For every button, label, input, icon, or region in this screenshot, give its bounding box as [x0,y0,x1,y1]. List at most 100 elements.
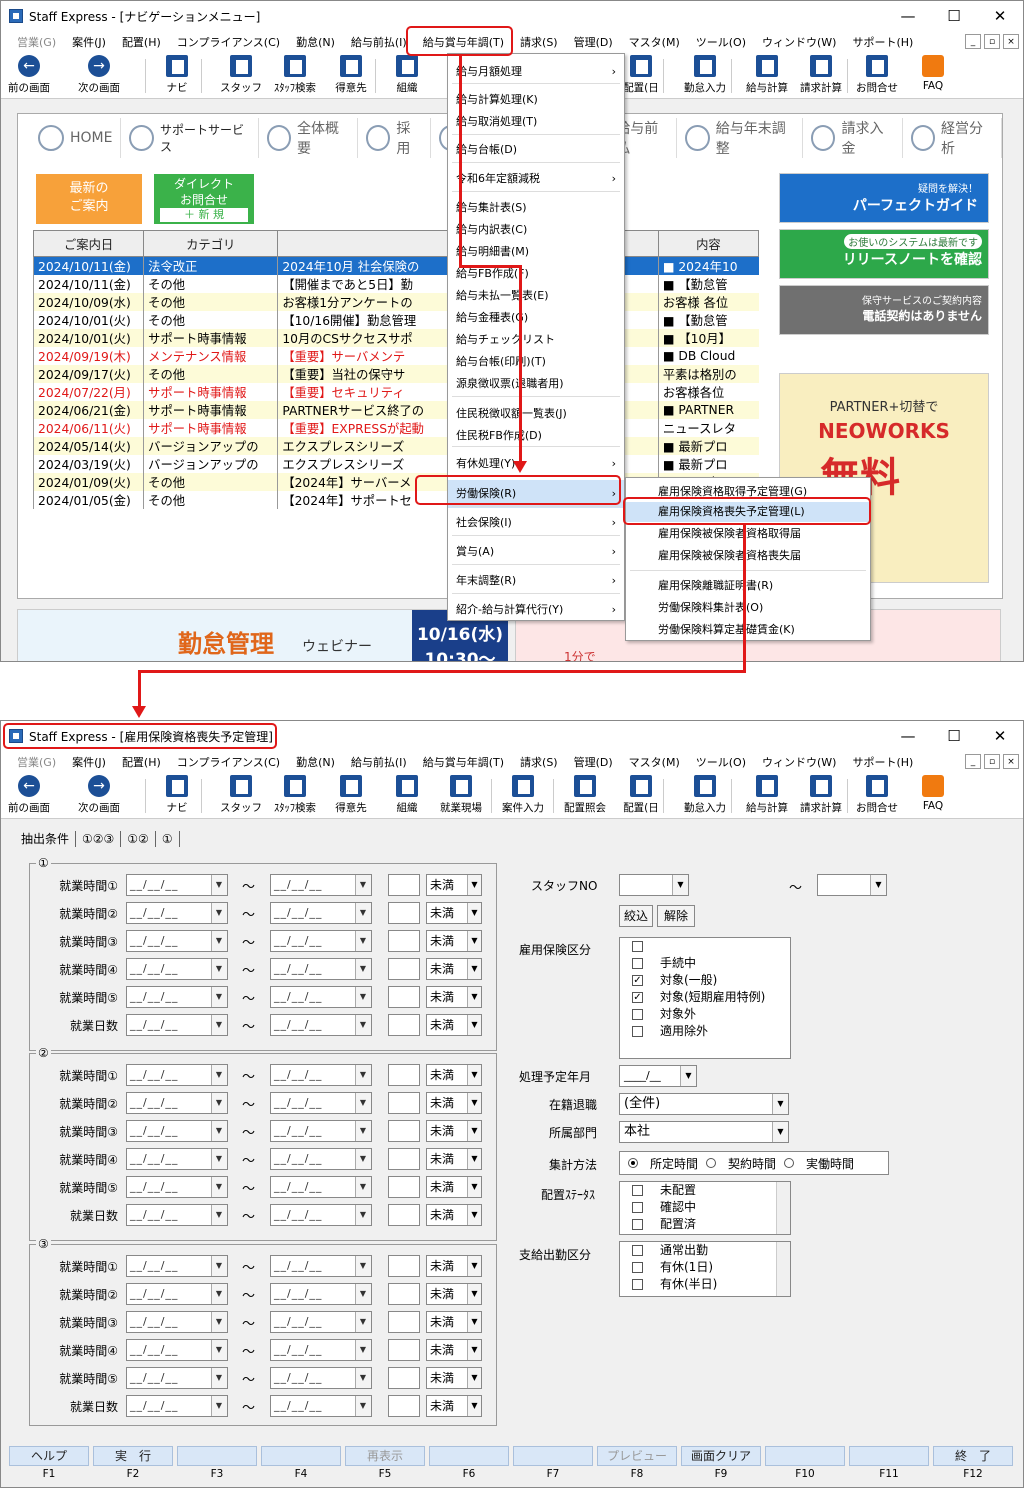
close-icon[interactable]: × [1003,34,1019,49]
news-badge[interactable]: 最新の ご案内 [36,174,142,224]
submenu-item-3[interactable]: 雇用保険被保険者資格取得届 [626,524,870,544]
date-from-input[interactable]: __/__/__ ▼ [126,1311,228,1333]
dropdown-item-8[interactable]: 給与明細書(M) [448,242,624,262]
checkbox[interactable] [632,1279,643,1290]
function-key-f12[interactable]: 終 了 F12 [933,1446,1013,1480]
threshold-input[interactable] [388,1120,420,1142]
date-to-input[interactable]: __/__/__ ▼ [270,1204,372,1226]
menu-item-3[interactable]: 配置(H) [114,754,169,770]
menu-item-1[interactable]: 営業(G) [9,754,64,770]
table-row[interactable]: 2024/10/01(火) サポート時事情報 10月のCSサクセスサポ ■ 【10月】 [32,329,759,347]
function-key-f2[interactable]: 実 行 F2 [93,1446,173,1480]
unit-select[interactable]: 未満 ▼ [426,1311,482,1333]
menu-item-6[interactable]: 給与前払(I) [343,34,415,50]
function-key-f1[interactable]: ヘルプ F1 [9,1446,89,1480]
unit-select[interactable]: 未満 ▼ [426,958,482,980]
date-from-input[interactable]: __/__/__ ▼ [126,1204,228,1226]
unit-select[interactable]: 未満 ▼ [426,902,482,924]
close-icon[interactable]: × [1003,754,1019,769]
threshold-input[interactable] [388,874,420,896]
toolbar-button-13[interactable]: FAQ [905,55,961,97]
checklist-item[interactable]: ✓ 対象(一般) [620,972,790,989]
nav-tab-3[interactable]: 全体概要 [259,118,358,158]
dropdown-item-20[interactable]: 賞与(A) › [448,542,624,562]
toolbar-button-10[interactable]: 給与計算 [739,55,795,97]
menu-item-1[interactable]: 営業(G) [9,34,64,50]
dropdown-item-6[interactable]: 給与集計表(S) [448,198,624,218]
date-from-input[interactable]: __/__/__ ▼ [126,1255,228,1277]
unit-select[interactable]: 未満 ▼ [426,1092,482,1114]
date-from-input[interactable]: __/__/__ ▼ [126,986,228,1008]
menu-item-4[interactable]: コンプライアンス(C) [169,754,288,770]
webinar-banner[interactable]: 勤怠管理 ウェビナー 10/16(水) 10:30〜 [17,609,508,661]
date-from-input[interactable]: __/__/__ ▼ [126,1367,228,1389]
minimize-icon[interactable]: — [885,1,931,31]
checkbox[interactable] [632,1219,643,1230]
column-header[interactable]: ご案内日 [32,230,145,257]
dropdown-item-2[interactable]: 給与計算処理(K) [448,90,624,110]
unit-select[interactable]: 未満 ▼ [426,1283,482,1305]
toolbar-button-11[interactable]: 配置(日 [613,775,669,817]
checklist-item[interactable]: 対象外 [620,1006,790,1023]
threshold-input[interactable] [388,958,420,980]
menu-item-12[interactable]: ウィンドウ(W) [754,34,844,50]
function-key-f11[interactable]: F11 [849,1446,929,1480]
nav-tab-1[interactable]: HOME [30,118,122,158]
submenu-item-5[interactable]: 雇用保険離職証明書(R) [626,576,870,596]
date-to-input[interactable]: __/__/__ ▼ [270,930,372,952]
date-from-input[interactable]: __/__/__ ▼ [126,874,228,896]
checklist-item[interactable]: 適用除外 [620,1023,790,1040]
date-to-input[interactable]: __/__/__ ▼ [270,1283,372,1305]
date-to-input[interactable]: __/__/__ ▼ [270,1092,372,1114]
toolbar-button-4[interactable]: スタッフ [213,55,269,97]
threshold-input[interactable] [388,1148,420,1170]
shukei-radio-2[interactable]: 契約時間 [706,1155,776,1172]
menu-item-10[interactable]: マスタ(M) [621,34,688,50]
unit-select[interactable]: 未満 ▼ [426,1064,482,1086]
threshold-input[interactable] [388,1255,420,1277]
unit-select[interactable]: 未満 ▼ [426,1148,482,1170]
maximize-icon[interactable]: ☐ [931,1,977,31]
date-to-input[interactable]: __/__/__ ▼ [270,958,372,980]
date-from-input[interactable]: __/__/__ ▼ [126,902,228,924]
narrow-button[interactable]: 絞込 [619,905,653,927]
menu-item-4[interactable]: コンプライアンス(C) [169,34,288,50]
function-key-f4[interactable]: F4 [261,1446,341,1480]
table-row[interactable]: 2024/06/21(金) サポート時事情報 PARTNERサービス終了の ■ PAR… [32,401,759,419]
threshold-input[interactable] [388,1283,420,1305]
minimize-icon[interactable]: _ [965,754,981,769]
checkbox[interactable] [632,941,643,952]
menu-item-12[interactable]: ウィンドウ(W) [754,754,844,770]
date-to-input[interactable]: __/__/__ ▼ [270,986,372,1008]
toolbar-button-13[interactable]: 給与計算 [739,775,795,817]
nav-tab-2[interactable]: サポートサービス [121,118,259,158]
dropdown-item-4[interactable]: 給与台帳(D) [448,140,624,160]
table-row[interactable]: 2024/10/01(火) その他 【10/16開催】勤怠管理 ■ 【勤怠管 [32,311,759,329]
function-key-f6[interactable]: F6 [429,1446,509,1480]
threshold-input[interactable] [388,1311,420,1333]
toolbar-button-9[interactable]: 勤怠入力 [677,55,733,97]
table-row[interactable]: 2024/07/22(月) サポート時事情報 【重要】セキュリティ お客様各位 [32,383,759,401]
toolbar-button-15[interactable]: お問合せ [849,775,905,817]
threshold-input[interactable] [388,1204,420,1226]
nav-tab-9[interactable]: 請求入金 [803,118,903,158]
date-from-input[interactable]: __/__/__ ▼ [126,1092,228,1114]
date-to-input[interactable]: __/__/__ ▼ [270,1064,372,1086]
toolbar-button-4[interactable]: スタッフ [213,775,269,817]
toolbar-button-11[interactable]: 請求計算 [793,55,849,97]
form-tab-1[interactable]: 抽出条件 [15,831,77,847]
clear-button[interactable]: 解除 [657,905,695,927]
threshold-input[interactable] [388,1367,420,1389]
date-to-input[interactable]: __/__/__ ▼ [270,1395,372,1417]
form-tab-4[interactable]: ① [156,831,180,847]
dropdown-item-3[interactable]: 給与取消処理(T) [448,112,624,132]
restore-icon[interactable]: ▫ [984,754,1000,769]
toolbar-button-5[interactable]: ｽﾀｯﾌ検索 [267,775,323,817]
date-from-input[interactable]: __/__/__ ▼ [126,1148,228,1170]
unit-select[interactable]: 未満 ▼ [426,1014,482,1036]
column-header[interactable]: 内容 [657,230,760,257]
date-from-input[interactable]: __/__/__ ▼ [126,958,228,980]
menu-item-5[interactable]: 勤怠(N) [288,754,343,770]
checkbox[interactable]: ✓ [632,975,643,986]
checkbox[interactable]: ✓ [632,992,643,1003]
